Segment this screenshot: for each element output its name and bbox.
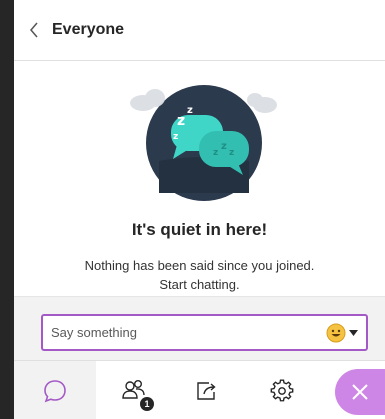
chat-tab[interactable] <box>14 361 96 419</box>
empty-state-line-2: Start chatting. <box>159 277 240 292</box>
message-input[interactable] <box>43 316 326 349</box>
gear-icon <box>270 379 294 401</box>
message-input-box <box>41 314 368 351</box>
caret-down-icon <box>349 329 358 336</box>
chat-header: Everyone <box>14 0 385 61</box>
sleeping-chat-illustration: z z z z z z <box>130 85 277 201</box>
empty-state-line-1: Nothing has been said since you joined. <box>84 258 315 273</box>
empty-state-title: It's quiet in here! <box>131 220 268 239</box>
message-compose-area <box>14 296 385 360</box>
share-content-tab[interactable] <box>179 361 235 419</box>
emoji-picker-button[interactable] <box>326 323 358 343</box>
svg-text:z: z <box>173 132 178 142</box>
chat-panel: Everyone z z z z z z It's quiet in here! <box>14 0 385 419</box>
participants-tab[interactable]: 1 <box>104 361 164 419</box>
share-icon <box>197 381 216 400</box>
chat-bubble-icon <box>44 379 66 402</box>
svg-text:z: z <box>221 141 227 152</box>
left-rail <box>0 0 14 419</box>
close-panel-button[interactable] <box>335 369 385 415</box>
chat-title: Everyone <box>52 21 125 38</box>
svg-text:z: z <box>229 148 234 158</box>
svg-text:z: z <box>177 113 185 129</box>
smiley-icon <box>326 323 346 342</box>
chevron-left-icon <box>30 22 38 38</box>
svg-text:z: z <box>187 105 193 116</box>
bottom-navigation: 1 <box>14 360 385 419</box>
svg-text:z: z <box>213 148 218 158</box>
participants-count-badge: 1 <box>140 397 154 411</box>
settings-tab[interactable] <box>254 361 310 419</box>
back-button[interactable] <box>14 0 54 61</box>
empty-state-message: Nothing has been said since you joined. … <box>44 256 355 294</box>
close-icon <box>352 384 368 400</box>
